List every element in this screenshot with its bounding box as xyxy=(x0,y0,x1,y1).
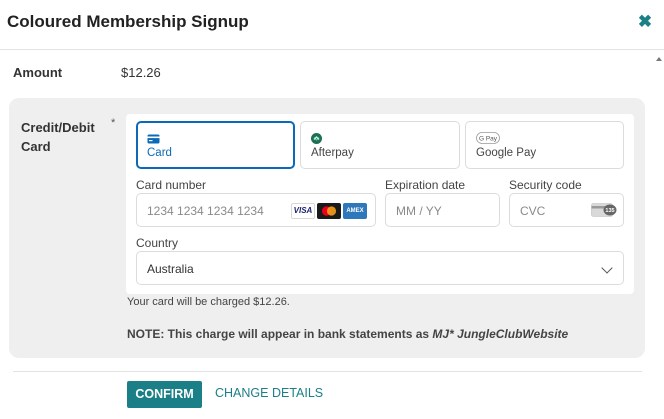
expiration-date-input[interactable]: MM / YY xyxy=(385,193,500,227)
payment-method-google-pay[interactable]: G Pay Google Pay xyxy=(465,121,624,169)
payment-method-card[interactable]: Card xyxy=(136,121,295,169)
payment-method-label: Afterpay xyxy=(311,147,354,159)
payment-method-label: Google Pay xyxy=(476,147,537,159)
card-number-input[interactable]: 1234 1234 1234 1234 VISA AMEX xyxy=(136,193,376,227)
divider xyxy=(13,371,642,372)
google-pay-icon-text: G Pay xyxy=(479,136,498,143)
security-code-placeholder: CVC xyxy=(520,204,546,218)
security-code-label: Security code xyxy=(509,178,582,192)
card-number-label: Card number xyxy=(136,178,207,192)
expiration-date-placeholder: MM / YY xyxy=(396,204,442,218)
note-text: NOTE: This charge will appear in bank st… xyxy=(127,327,433,341)
scrollbar[interactable] xyxy=(655,51,664,419)
amex-logo-icon: AMEX xyxy=(343,203,367,219)
payment-method-afterpay[interactable]: Afterpay xyxy=(300,121,460,169)
expiration-date-label: Expiration date xyxy=(385,178,466,192)
close-icon[interactable]: ✖ xyxy=(636,12,654,32)
cvc-badge-text: 135 xyxy=(605,208,614,214)
country-value: Australia xyxy=(147,262,194,276)
dialog-title: Coloured Membership Signup xyxy=(7,12,249,31)
change-details-link[interactable]: CHANGE DETAILS xyxy=(215,386,323,400)
required-marker: * xyxy=(111,117,116,129)
charge-notice: Your card will be charged $12.26. xyxy=(127,296,290,308)
country-label: Country xyxy=(136,236,179,250)
merchant-descriptor: MJ* JungleClubWebsite xyxy=(432,327,569,341)
mastercard-logo-icon xyxy=(317,203,341,219)
amount-value: $12.26 xyxy=(121,65,161,80)
cvc-card-icon: 135 xyxy=(591,202,617,223)
amount-label: Amount xyxy=(13,65,63,80)
confirm-button[interactable]: CONFIRM xyxy=(127,381,202,408)
dialog-header: Coloured Membership Signup ✖ xyxy=(0,0,664,50)
payment-method-label: Card xyxy=(147,147,172,159)
credit-debit-card-label: Credit/Debit Card xyxy=(21,120,95,154)
chevron-down-icon xyxy=(601,262,613,274)
card-number-placeholder: 1234 1234 1234 1234 xyxy=(147,204,264,218)
bank-statement-note: NOTE: This charge will appear in bank st… xyxy=(127,327,568,341)
visa-logo-icon: VISA xyxy=(291,203,315,219)
security-code-input[interactable]: CVC 135 xyxy=(509,193,624,227)
country-select[interactable]: Australia xyxy=(136,251,624,285)
scroll-up-arrow-icon[interactable] xyxy=(656,57,662,61)
